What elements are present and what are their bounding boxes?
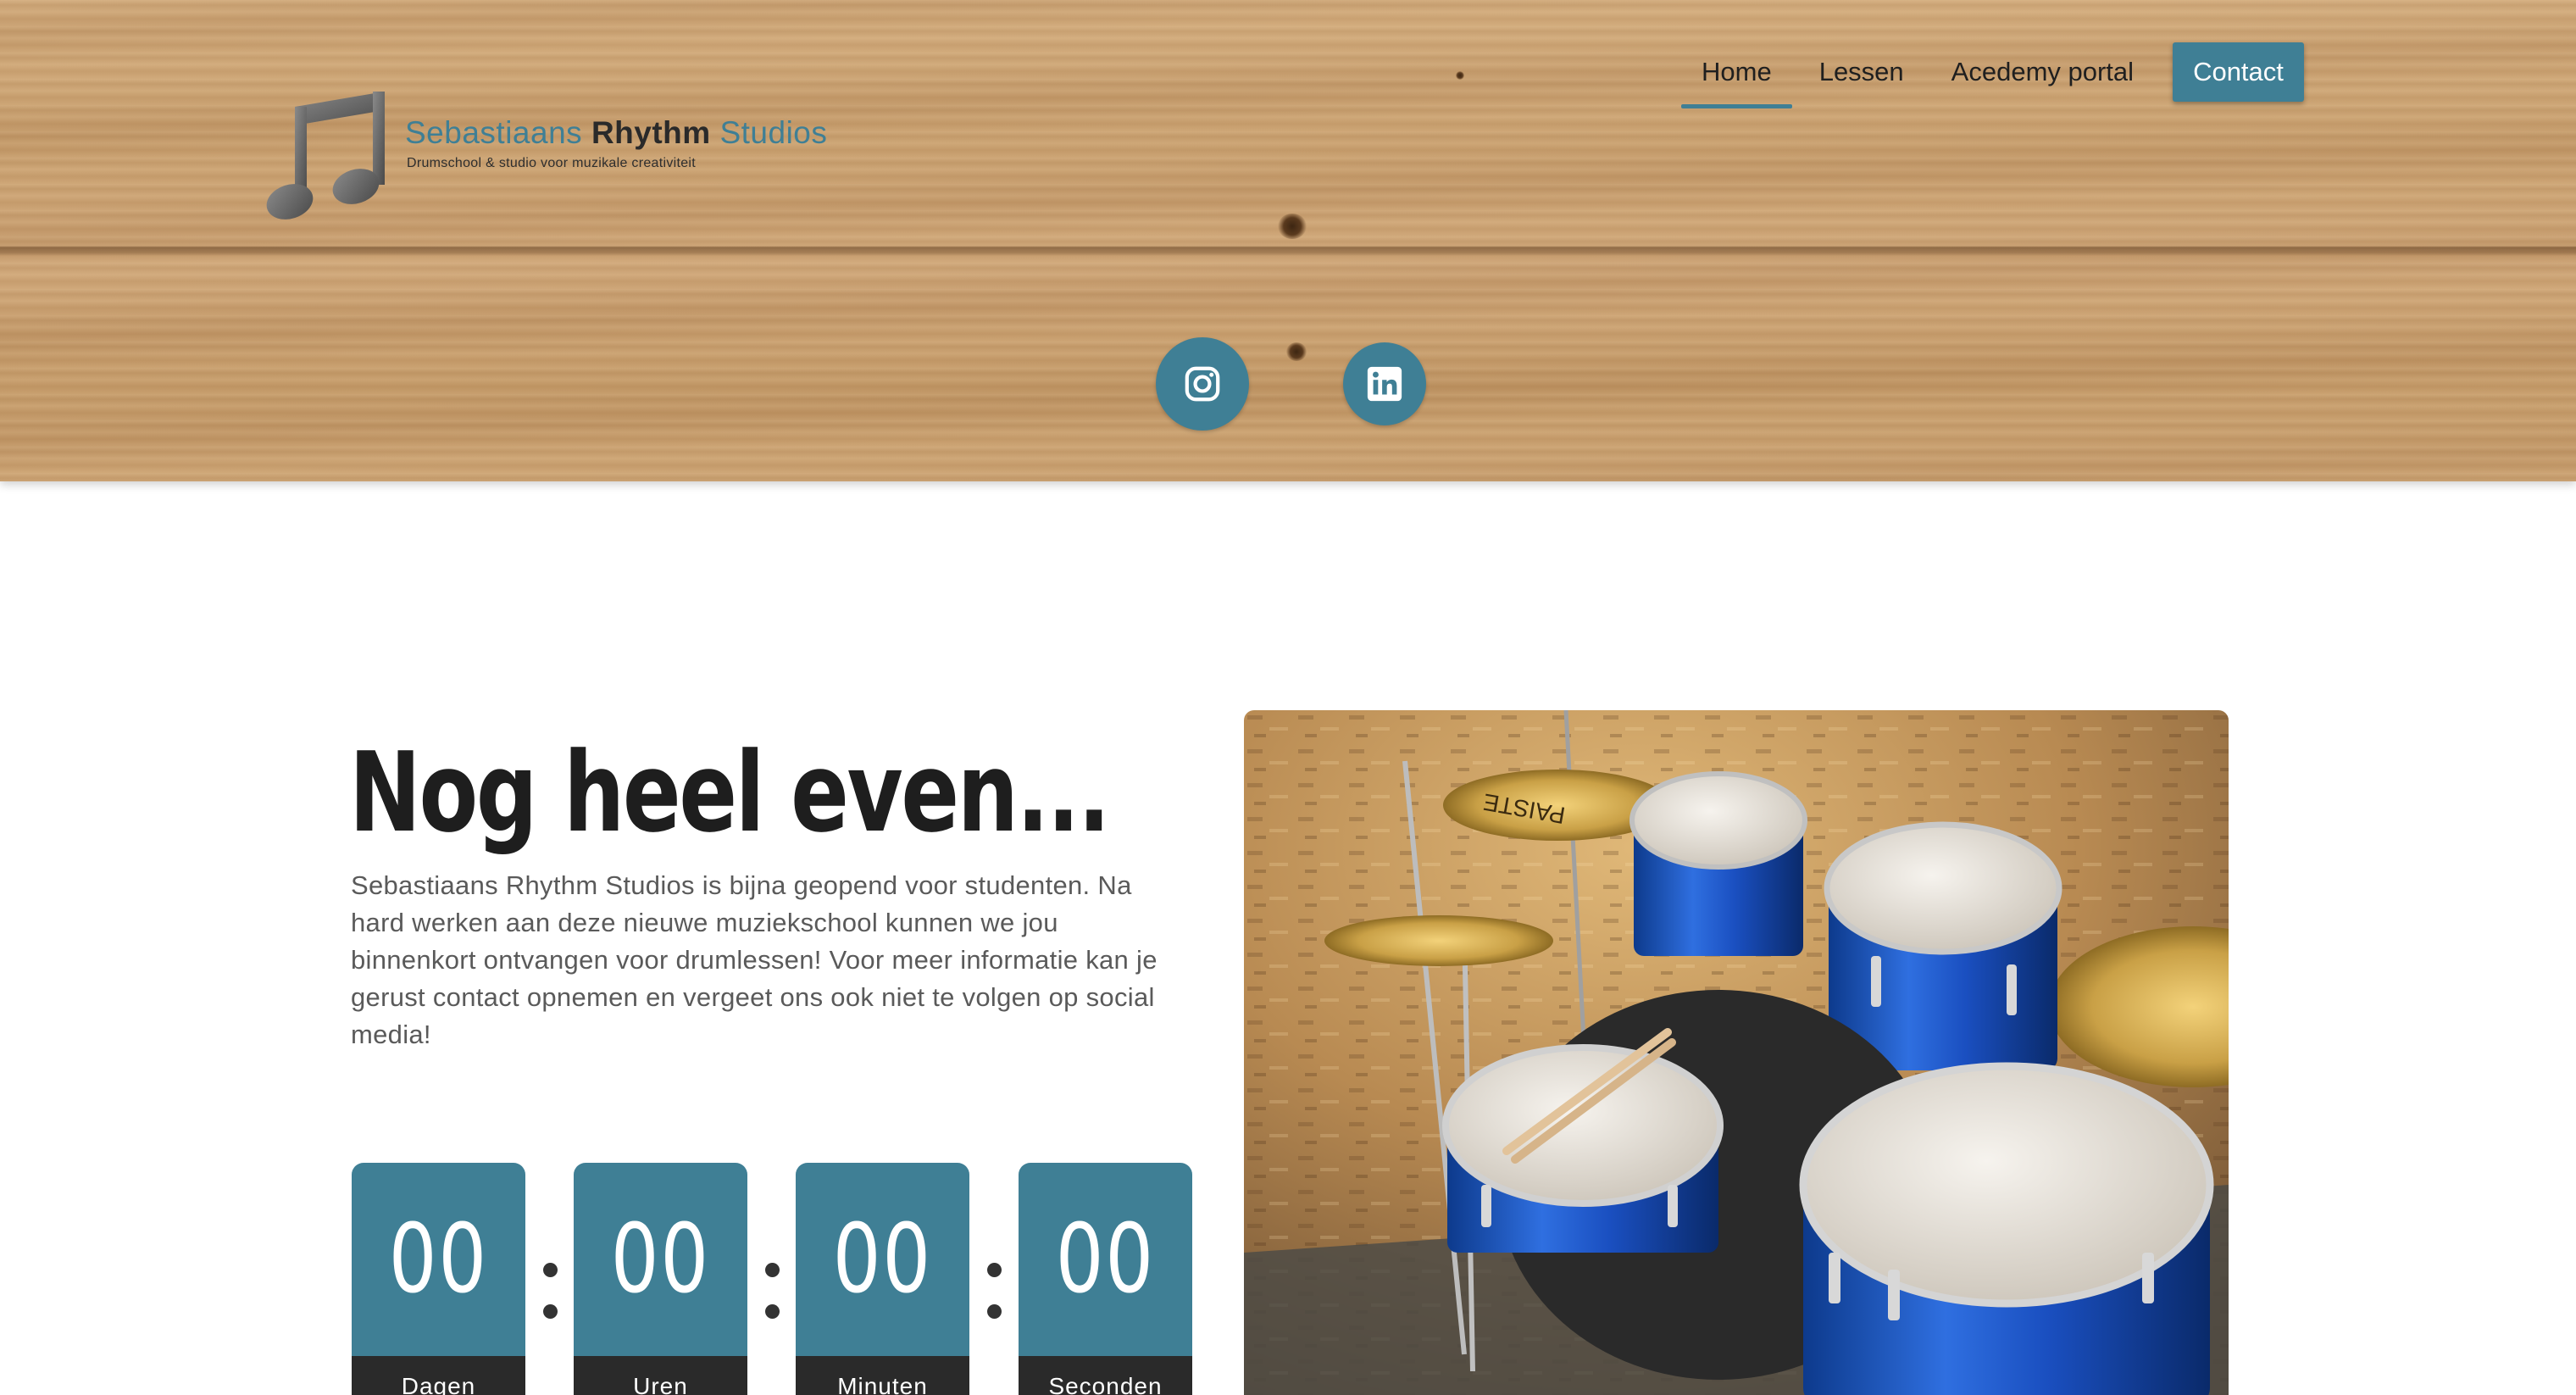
- intro-text: Sebastiaans Rhythm Studios is bijna geop…: [351, 870, 1158, 1049]
- countdown-minutes: 00 Minuten: [796, 1163, 969, 1395]
- countdown-hours: 00 Uren: [574, 1163, 747, 1395]
- contact-button[interactable]: Contact: [2173, 42, 2304, 102]
- page-title: Nog heel even...: [349, 728, 1110, 857]
- linkedin-link[interactable]: [1343, 342, 1426, 425]
- countdown-hours-value: 00: [574, 1163, 747, 1356]
- brand-name-part3: Studios: [719, 115, 828, 150]
- nav-item-academy-portal[interactable]: Acedemy portal: [1928, 42, 2157, 102]
- countdown-minutes-value: 00: [796, 1163, 969, 1356]
- nav-item-lessen[interactable]: Lessen: [1796, 42, 1928, 102]
- countdown-days: 00 Dagen: [352, 1163, 525, 1395]
- countdown-hours-label: Uren: [574, 1356, 747, 1395]
- countdown-timer: 00 Dagen 00 Uren 00 Minuten 00 Seconden: [352, 1163, 1192, 1395]
- countdown-separator: [763, 1263, 780, 1346]
- countdown-days-number: 00: [388, 1204, 489, 1314]
- brand-name-part2: Rhythm: [591, 115, 711, 150]
- brand-name-part1: Sebastiaans: [405, 115, 583, 150]
- wood-knot: [1456, 71, 1464, 80]
- countdown-hours-number: 00: [610, 1204, 711, 1314]
- countdown-days-value: 00: [352, 1163, 525, 1356]
- wood-knot: [1286, 342, 1307, 361]
- countdown-seconds-label: Seconden: [1019, 1356, 1192, 1395]
- countdown-seconds-number: 00: [1055, 1204, 1156, 1314]
- drum-kit-photo: PAISTE: [1244, 710, 2229, 1395]
- wood-knot: [1278, 214, 1307, 239]
- drum-kit-image: PAISTE: [1244, 710, 2229, 1395]
- brand-tagline: Drumschool & studio voor muzikale creati…: [407, 156, 697, 170]
- countdown-seconds-value: 00: [1019, 1163, 1192, 1356]
- music-note-icon: [266, 92, 385, 220]
- linkedin-icon: [1367, 366, 1402, 402]
- countdown-minutes-number: 00: [832, 1204, 933, 1314]
- countdown-separator: [541, 1263, 558, 1346]
- instagram-icon: [1185, 366, 1220, 402]
- brand-logo[interactable]: Sebastiaans Rhythm Studios Drumschool & …: [264, 81, 827, 234]
- main-nav: Home Lessen Acedemy portal Contact: [1678, 42, 2304, 108]
- nav-item-home[interactable]: Home: [1678, 42, 1796, 108]
- countdown-minutes-label: Minuten: [796, 1356, 969, 1395]
- countdown-days-label: Dagen: [352, 1356, 525, 1395]
- site-header: Sebastiaans Rhythm Studios Drumschool & …: [0, 0, 2576, 481]
- instagram-link[interactable]: [1156, 337, 1249, 431]
- brand-name: Sebastiaans Rhythm Studios: [405, 115, 827, 151]
- countdown-separator: [985, 1263, 1002, 1346]
- countdown-seconds: 00 Seconden: [1019, 1163, 1192, 1395]
